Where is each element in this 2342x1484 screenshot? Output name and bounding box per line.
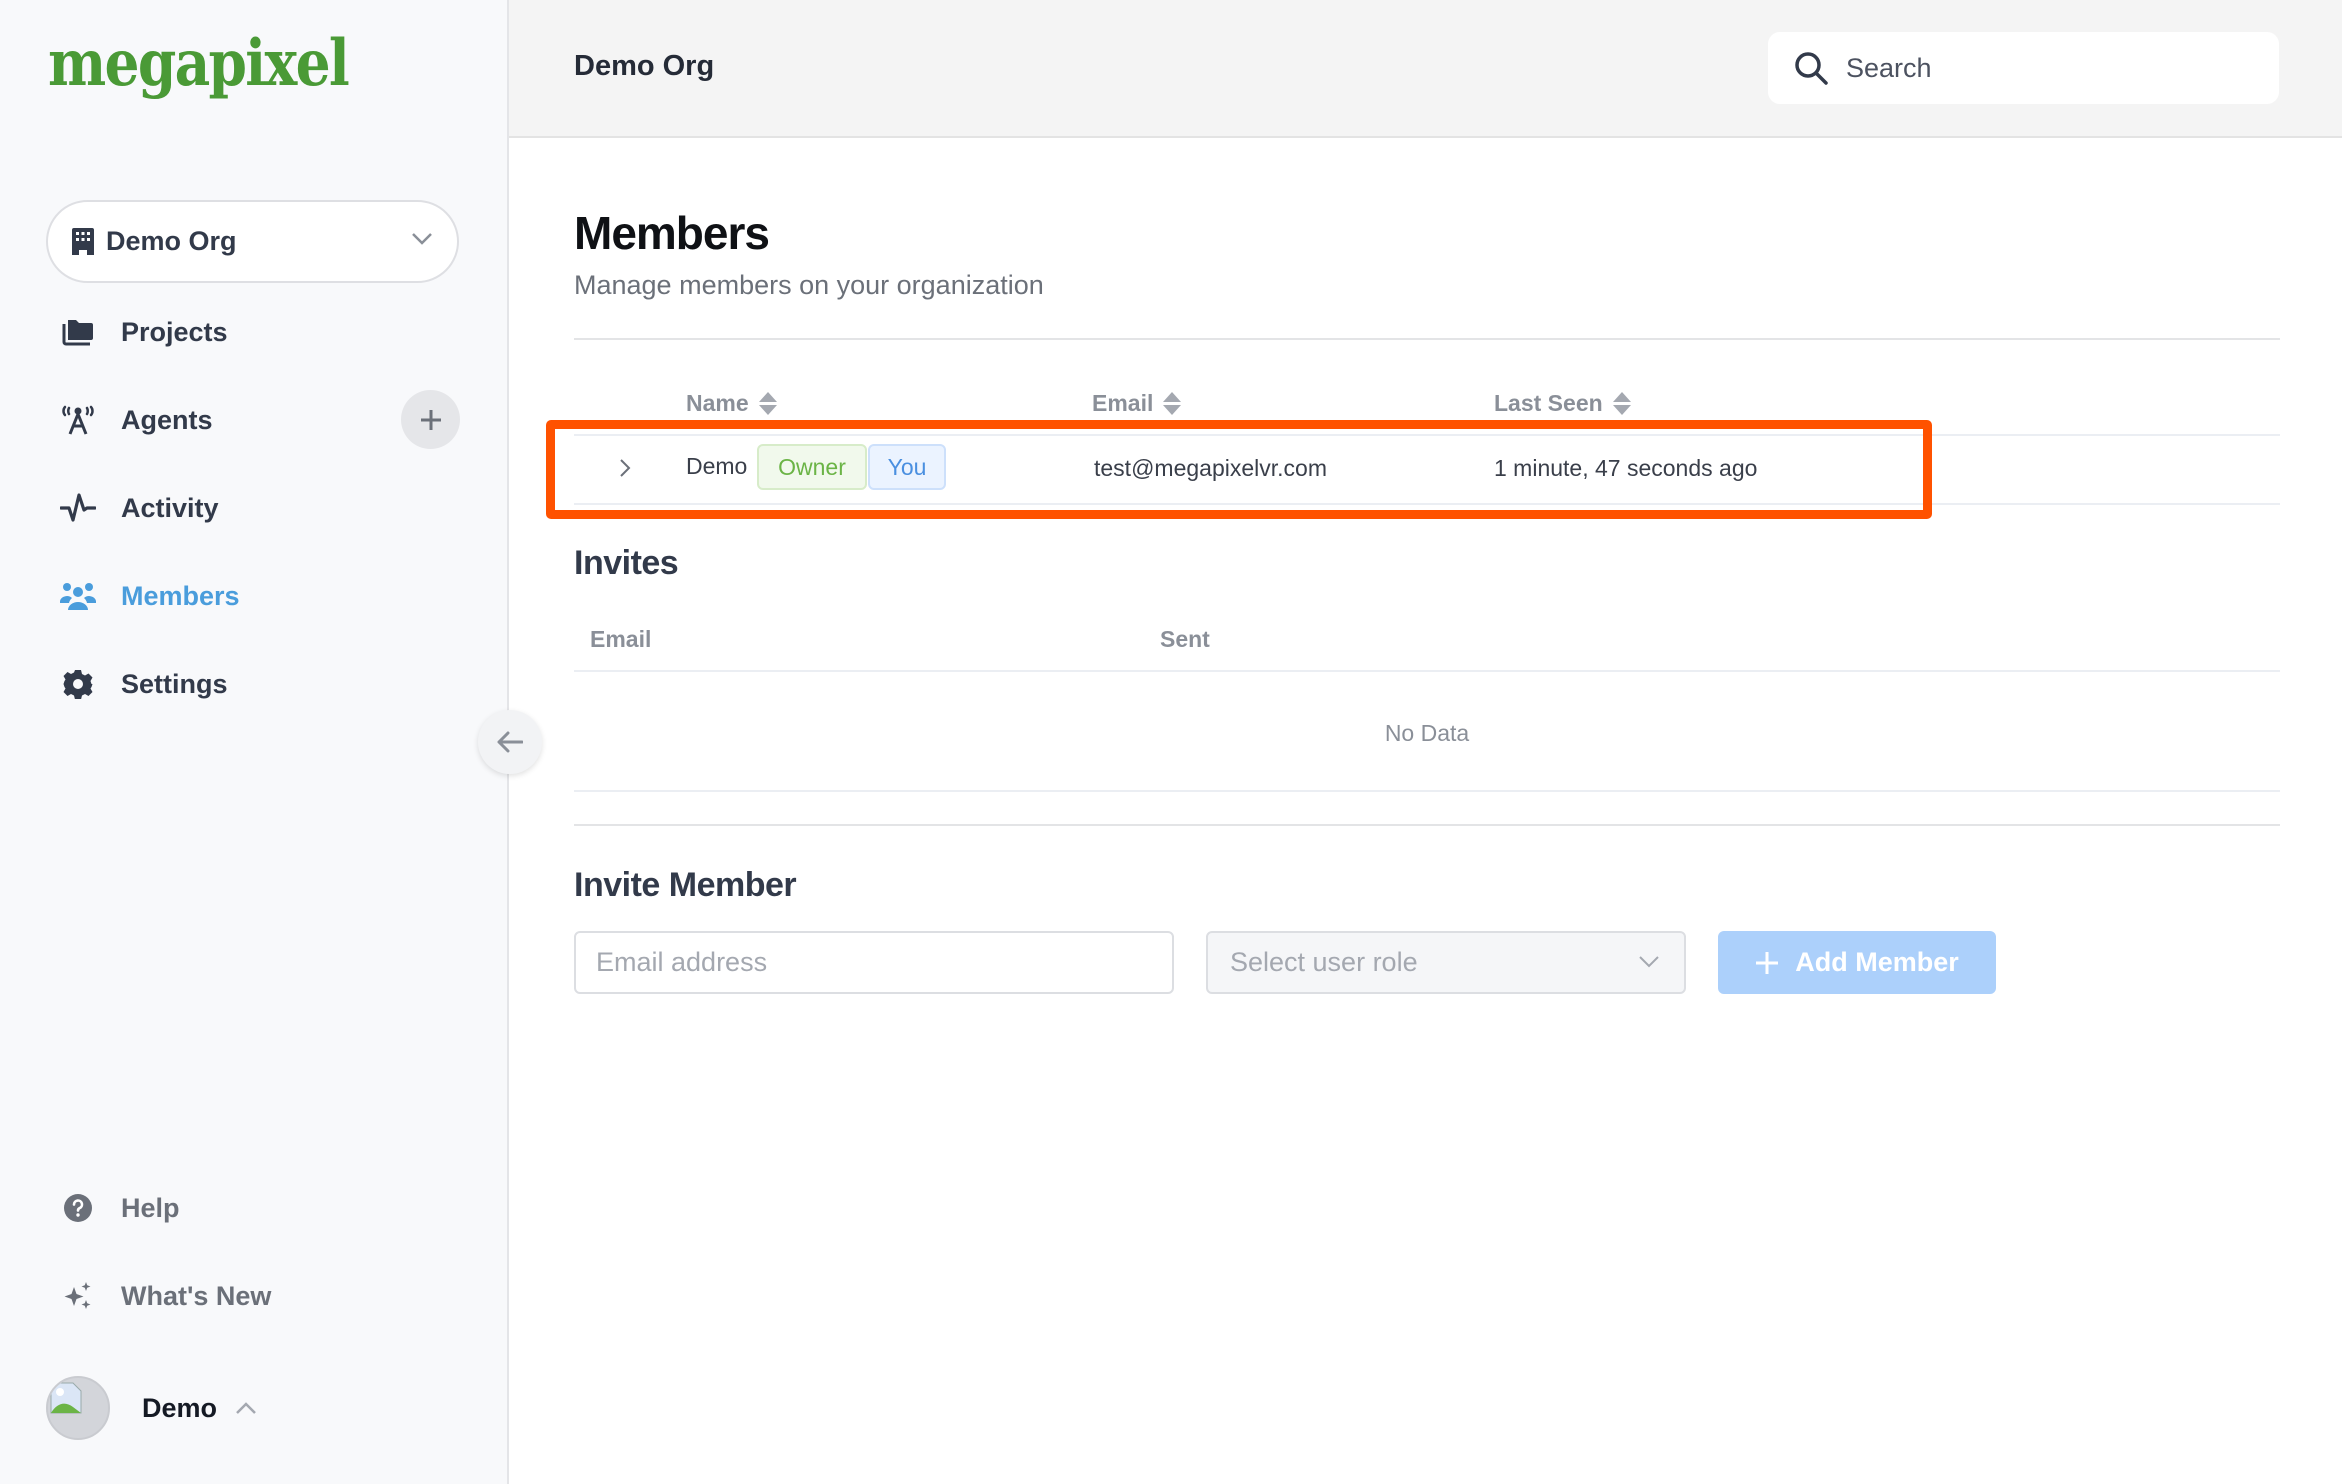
column-label: Name xyxy=(686,390,749,416)
users-icon xyxy=(58,576,98,616)
row-divider xyxy=(574,670,2280,672)
row-divider xyxy=(574,790,2280,792)
user-menu[interactable]: Demo xyxy=(46,1376,257,1440)
gear-icon xyxy=(58,664,98,704)
add-member-button[interactable]: Add Member xyxy=(1718,931,1996,994)
plus-icon xyxy=(1756,951,1779,974)
sidebar-item-label: What's New xyxy=(121,1280,272,1311)
user-name: Demo xyxy=(142,1392,218,1423)
sort-icon xyxy=(1612,392,1631,415)
page-subtitle: Manage members on your organization xyxy=(574,270,1044,300)
sidebar-item-help[interactable]: Help xyxy=(58,1176,458,1240)
sidebar: megapixel Demo Org Projects Agents Activ… xyxy=(0,0,509,1484)
sidebar-item-settings[interactable]: Settings xyxy=(58,652,458,716)
add-member-label: Add Member xyxy=(1795,947,1959,977)
email-address-input[interactable] xyxy=(574,931,1174,994)
column-header-email[interactable]: Email xyxy=(1092,390,1182,417)
divider xyxy=(574,824,2280,826)
chevron-down-icon xyxy=(1639,956,1659,968)
search-icon xyxy=(1795,52,1828,85)
sort-icon xyxy=(758,392,777,415)
column-header-email: Email xyxy=(590,626,652,652)
sidebar-item-activity[interactable]: Activity xyxy=(58,476,458,540)
role-placeholder: Select user role xyxy=(1230,947,1418,977)
empty-state: No Data xyxy=(1384,720,1470,746)
you-badge: You xyxy=(868,444,946,490)
member-email: test@megapixelvr.com xyxy=(1094,455,1327,481)
search-input[interactable] xyxy=(1846,52,2246,84)
pulse-icon xyxy=(58,488,98,528)
building-icon xyxy=(72,228,94,255)
avatar xyxy=(46,1376,110,1440)
column-label: Email xyxy=(1092,390,1154,416)
column-label: Last Seen xyxy=(1494,390,1603,416)
table-row[interactable]: Demo Owner You test@megapixelvr.com 1 mi… xyxy=(574,435,2280,503)
owner-badge: Owner xyxy=(757,444,867,490)
sidebar-item-agents[interactable]: Agents xyxy=(58,388,458,452)
folder-icon xyxy=(58,312,98,352)
sidebar-item-label: Projects xyxy=(121,316,228,347)
megapixel-logo[interactable]: megapixel xyxy=(48,26,350,101)
sidebar-item-label: Settings xyxy=(121,668,228,699)
sidebar-item-label: Agents xyxy=(121,404,213,435)
search-box[interactable] xyxy=(1768,32,2279,104)
org-selector[interactable]: Demo Org xyxy=(46,200,459,283)
page-title: Members xyxy=(574,207,770,259)
sidebar-item-whats-new[interactable]: What's New xyxy=(58,1264,458,1328)
breadcrumb[interactable]: Demo Org xyxy=(574,50,714,83)
org-name: Demo Org xyxy=(106,226,237,256)
arrow-left-icon xyxy=(497,731,523,753)
sparkles-icon xyxy=(58,1276,98,1316)
expand-row-button[interactable] xyxy=(610,453,640,483)
sidebar-item-projects[interactable]: Projects xyxy=(58,300,458,364)
member-name: Demo xyxy=(686,453,748,479)
invite-member-title: Invite Member xyxy=(574,866,797,904)
sidebar-item-label: Help xyxy=(121,1192,180,1223)
antenna-icon xyxy=(58,400,98,440)
divider xyxy=(574,338,2280,340)
member-last-seen: 1 minute, 47 seconds ago xyxy=(1494,455,1758,481)
user-role-select[interactable]: Select user role xyxy=(1206,931,1686,994)
collapse-sidebar-button[interactable] xyxy=(478,710,542,774)
top-bar: Demo Org xyxy=(509,0,2342,138)
add-agent-button[interactable] xyxy=(401,390,460,449)
column-header-last-seen[interactable]: Last Seen xyxy=(1494,390,1631,417)
sidebar-item-members[interactable]: Members xyxy=(58,564,458,628)
help-circle-icon xyxy=(58,1188,98,1228)
sidebar-item-label: Members xyxy=(121,580,240,611)
sidebar-item-label: Activity xyxy=(121,492,219,523)
chevron-right-icon xyxy=(620,459,631,477)
plus-icon xyxy=(420,409,441,430)
broken-image-icon xyxy=(50,1382,82,1414)
invites-title: Invites xyxy=(574,544,679,582)
chevron-down-icon xyxy=(412,233,432,245)
column-header-sent: Sent xyxy=(1160,626,1210,652)
chevron-up-icon xyxy=(236,1402,256,1414)
row-divider xyxy=(574,503,2280,505)
sort-icon xyxy=(1163,392,1182,415)
column-header-name[interactable]: Name xyxy=(686,390,777,417)
